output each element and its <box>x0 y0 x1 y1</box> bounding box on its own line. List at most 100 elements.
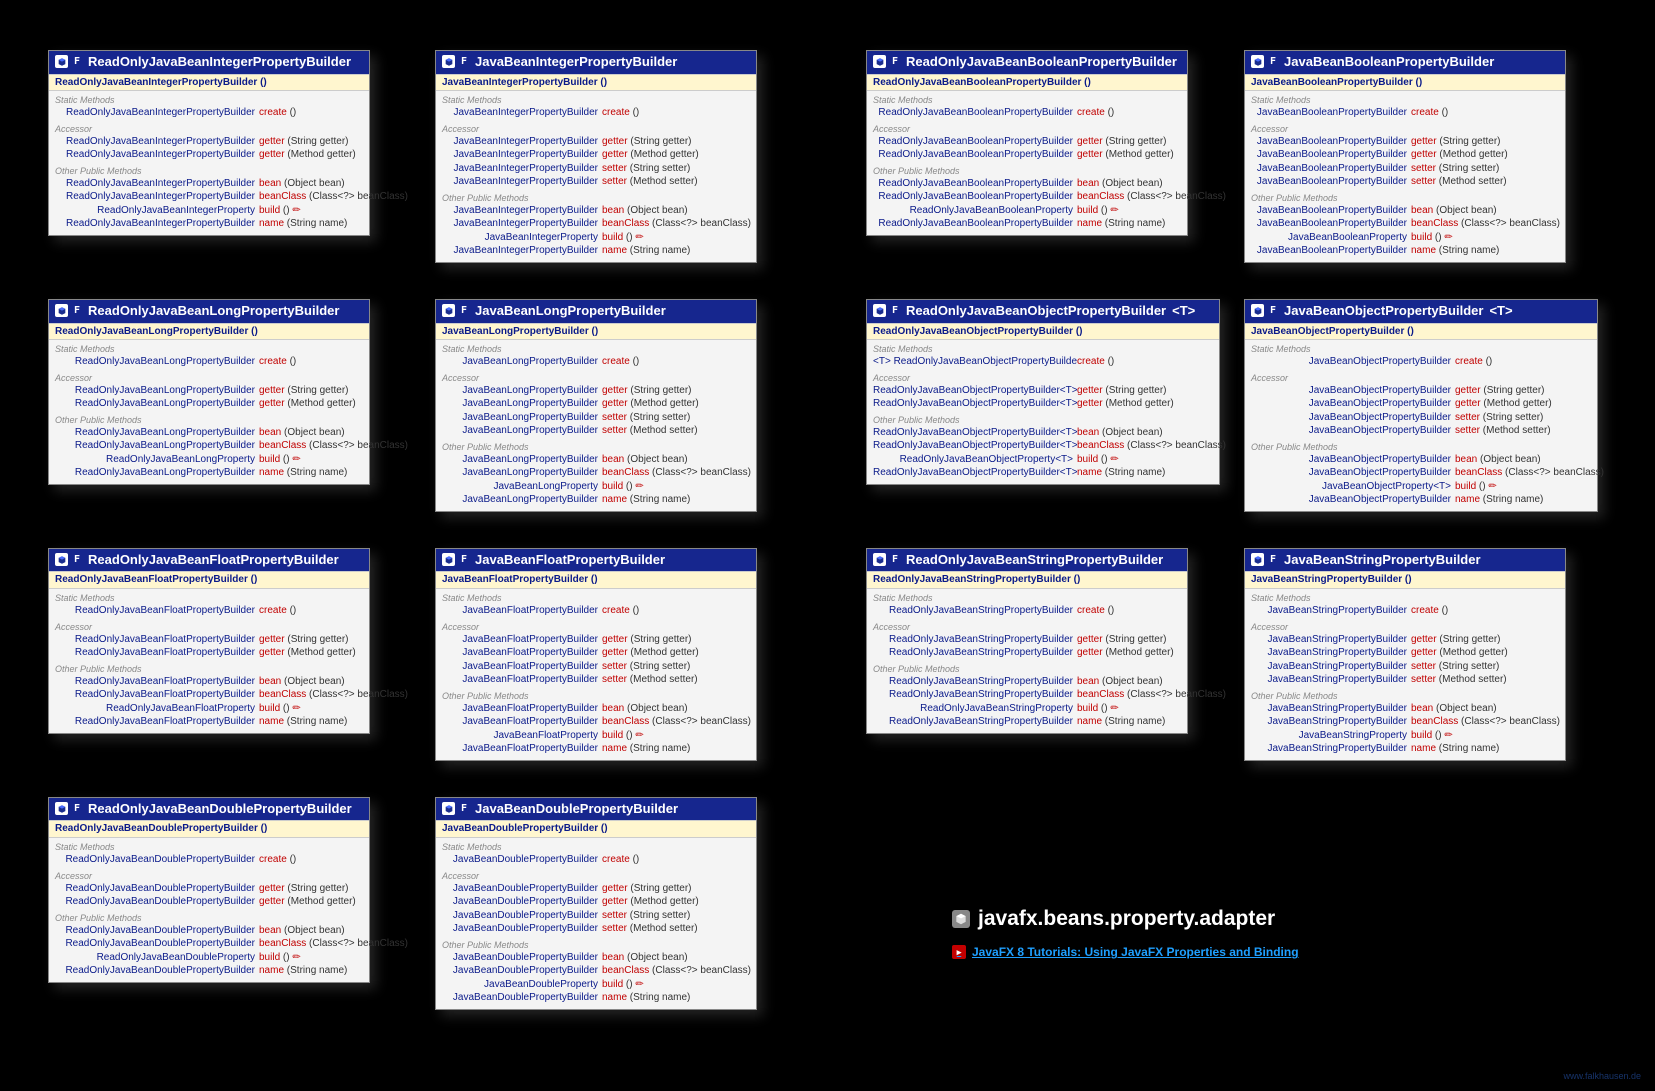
return-type: ReadOnlyJavaBeanObjectPropertyBuilder<T> <box>873 397 1077 411</box>
tutorial-link[interactable]: ▸ JavaFX 8 Tutorials: Using JavaFX Prope… <box>952 945 1299 959</box>
method-row: JavaBeanDoublePropertyBuilder create () <box>436 853 756 867</box>
method-signature: name (String name) <box>259 217 363 231</box>
return-type: ReadOnlyJavaBeanIntegerPropertyBuilder <box>55 217 259 231</box>
method-row: JavaBeanObjectProperty<T> build () ✏ <box>1245 480 1597 494</box>
method-signature: bean (Object bean) <box>259 177 363 191</box>
method-row: JavaBeanFloatPropertyBuilder create () <box>436 604 756 618</box>
method-params: (Object bean) <box>1102 676 1163 687</box>
class-header: F JavaBeanLongPropertyBuilder <box>436 300 756 323</box>
return-type: JavaBeanFloatPropertyBuilder <box>442 715 602 729</box>
class-header: F JavaBeanObjectPropertyBuilder <T> <box>1245 300 1597 323</box>
section-other: Other Public Methods <box>1245 189 1565 204</box>
return-type: JavaBeanFloatPropertyBuilder <box>442 604 602 618</box>
method-row: JavaBeanFloatPropertyBuilder setter (Met… <box>436 673 756 687</box>
method-signature: getter (Method getter) <box>1077 397 1213 411</box>
return-type: JavaBeanFloatProperty <box>442 729 602 743</box>
return-type: JavaBeanObjectPropertyBuilder <box>1251 453 1455 467</box>
method-params: () <box>1435 232 1442 243</box>
section-static: Static Methods <box>1245 589 1565 604</box>
final-marker: F <box>461 802 467 816</box>
tutorial-link-text: JavaFX 8 Tutorials: Using JavaFX Propert… <box>972 945 1299 959</box>
method-params: (Object bean) <box>284 925 345 936</box>
method-params: (String setter) <box>630 910 691 921</box>
return-type: ReadOnlyJavaBeanFloatProperty <box>55 702 259 716</box>
method-name: getter <box>1077 647 1103 658</box>
method-name: setter <box>602 923 627 934</box>
method-name: getter <box>1411 647 1437 658</box>
return-type: JavaBeanStringPropertyBuilder <box>1251 742 1411 756</box>
method-signature: build () ✏ <box>1455 480 1591 494</box>
method-params: (Method getter) <box>630 896 698 907</box>
method-name: setter <box>1411 661 1436 672</box>
method-name: getter <box>259 149 285 160</box>
class-box-rw-integer: F JavaBeanIntegerPropertyBuilder JavaBea… <box>435 50 757 263</box>
method-name: build <box>259 454 280 465</box>
return-type: ReadOnlyJavaBeanDoublePropertyBuilder <box>55 924 259 938</box>
method-name: build <box>259 952 280 963</box>
method-params: (String setter) <box>630 163 691 174</box>
return-type: ReadOnlyJavaBeanDoublePropertyBuilder <box>55 895 259 909</box>
method-name: bean <box>1411 703 1433 714</box>
method-row: ReadOnlyJavaBeanFloatPropertyBuilder bea… <box>49 675 369 689</box>
method-params: (Method getter) <box>1105 398 1173 409</box>
method-name: build <box>1455 481 1476 492</box>
method-name: build <box>1077 205 1098 216</box>
method-signature: setter (Method setter) <box>602 922 750 936</box>
throws-icon: ✏ <box>635 232 643 243</box>
class-icon <box>1251 553 1264 566</box>
method-params: (Class<?> beanClass) <box>1461 716 1560 727</box>
method-signature: build () ✏ <box>259 951 363 965</box>
method-row: JavaBeanBooleanPropertyBuilder setter (M… <box>1245 175 1565 189</box>
method-row: JavaBeanObjectPropertyBuilder getter (Me… <box>1245 397 1597 411</box>
return-type: ReadOnlyJavaBeanLongProperty <box>55 453 259 467</box>
method-signature: getter (String getter) <box>259 135 363 149</box>
section-accessor: Accessor <box>1245 120 1565 135</box>
method-name: name <box>602 245 627 256</box>
return-type: JavaBeanDoublePropertyBuilder <box>442 895 602 909</box>
method-signature: name (String name) <box>602 991 750 1005</box>
method-name: beanClass <box>602 965 649 976</box>
method-params: () <box>290 854 297 865</box>
return-type: ReadOnlyJavaBeanFloatPropertyBuilder <box>55 715 259 729</box>
return-type: ReadOnlyJavaBeanFloatPropertyBuilder <box>55 633 259 647</box>
method-row: JavaBeanObjectPropertyBuilder create () <box>1245 355 1597 369</box>
method-signature: create () <box>259 604 363 618</box>
method-name: setter <box>1455 425 1480 436</box>
method-row: ReadOnlyJavaBeanDoublePropertyBuilder be… <box>49 924 369 938</box>
method-name: getter <box>1077 398 1103 409</box>
return-type: JavaBeanIntegerPropertyBuilder <box>442 175 602 189</box>
method-signature: create () <box>1411 604 1559 618</box>
method-name: getter <box>1455 398 1481 409</box>
method-signature: build () ✏ <box>259 702 363 716</box>
throws-icon: ✏ <box>292 952 300 963</box>
class-title: JavaBeanObjectPropertyBuilder <box>1284 302 1483 320</box>
method-params: (Method setter) <box>630 425 698 436</box>
method-row: JavaBeanBooleanPropertyBuilder create () <box>1245 106 1565 120</box>
method-row: JavaBeanIntegerProperty build () ✏ <box>436 231 756 245</box>
return-type: JavaBeanObjectPropertyBuilder <box>1251 466 1455 480</box>
method-params: (String name) <box>1105 716 1166 727</box>
method-row: ReadOnlyJavaBeanStringPropertyBuilder be… <box>867 675 1187 689</box>
class-header: F JavaBeanIntegerPropertyBuilder <box>436 51 756 74</box>
return-type: ReadOnlyJavaBeanDoublePropertyBuilder <box>55 937 259 951</box>
return-type: ReadOnlyJavaBeanObjectPropertyBuilder<T> <box>873 466 1077 480</box>
method-params: (Class<?> beanClass) <box>309 191 408 202</box>
return-type: JavaBeanDoubleProperty <box>442 978 602 992</box>
method-params: (Method setter) <box>1439 176 1507 187</box>
return-type: ReadOnlyJavaBeanIntegerProperty <box>55 204 259 218</box>
method-signature: getter (Method getter) <box>602 148 750 162</box>
method-signature: create () <box>259 355 363 369</box>
method-name: setter <box>602 661 627 672</box>
method-params: () <box>633 605 640 616</box>
final-marker: F <box>461 55 467 69</box>
method-params: (String name) <box>287 467 348 478</box>
class-box-ro-double: F ReadOnlyJavaBeanDoublePropertyBuilder … <box>48 797 370 983</box>
return-type: ReadOnlyJavaBeanStringPropertyBuilder <box>873 633 1077 647</box>
section-other: Other Public Methods <box>49 909 369 924</box>
section-other: Other Public Methods <box>436 189 756 204</box>
method-signature: getter (String getter) <box>1077 384 1213 398</box>
class-header: F ReadOnlyJavaBeanBooleanPropertyBuilder <box>867 51 1187 74</box>
method-signature: bean (Object bean) <box>259 675 363 689</box>
method-params: () <box>283 454 290 465</box>
throws-icon: ✏ <box>292 703 300 714</box>
